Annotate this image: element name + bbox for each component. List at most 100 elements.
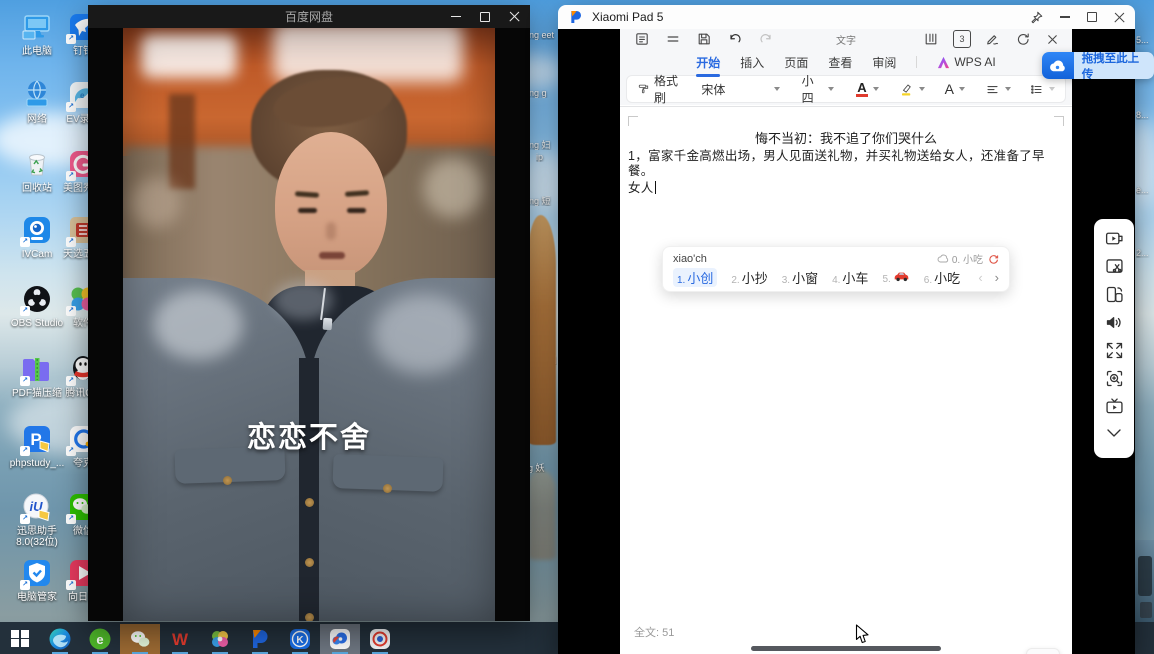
shortcut-arrow-icon: ↗ (66, 580, 76, 590)
ime-refresh-icon[interactable] (988, 253, 999, 264)
video-subtitle: 恋恋不舍 (123, 414, 495, 456)
page-margin-mark (628, 116, 638, 126)
phpstudy-icon: P↗ (20, 422, 54, 456)
taskbar-edge[interactable] (40, 624, 80, 654)
edge-icon (48, 627, 72, 651)
icon-label-fragment: è... (1136, 185, 1153, 195)
close-document-icon[interactable] (1045, 32, 1060, 47)
taskbar-baidu-netdisk-active[interactable] (320, 624, 360, 654)
ime-candidate-2[interactable]: 2.小抄 (731, 268, 767, 287)
fullscreen-icon[interactable] (1104, 340, 1125, 361)
tv-cast-icon[interactable] (1104, 396, 1125, 417)
text-effects-button[interactable]: A (945, 81, 965, 97)
running-indicator (92, 652, 108, 654)
ime-candidate-6[interactable]: 6.小吃 (924, 268, 960, 287)
taskbar-wechat-active[interactable] (120, 624, 160, 654)
running-indicator (332, 652, 348, 654)
close-icon[interactable] (509, 11, 520, 22)
screenshot-clip-icon[interactable] (1104, 256, 1125, 277)
format-painter-button[interactable]: 格式刷 (637, 72, 687, 106)
shortcut-arrow-icon: ↗ (66, 376, 76, 386)
minimize-icon[interactable] (451, 16, 461, 18)
speaker-icon[interactable] (1104, 312, 1125, 333)
flower-icon (208, 627, 232, 651)
taskbar-start-button[interactable] (0, 624, 40, 654)
taskbar-k-app[interactable]: K (280, 624, 320, 654)
chevron-down-icon (873, 87, 879, 91)
taskbar-wps-writer[interactable]: W (160, 624, 200, 654)
taskbar-360-browser[interactable]: e (80, 624, 120, 654)
document-body-line2: 女人 (628, 181, 1064, 196)
pad-window-titlebar[interactable]: Xiaomi Pad 5 (558, 5, 1135, 29)
document-canvas[interactable]: 悔不当初：我不追了你们哭什么 1，富家千金高燃出场，男人见面送礼物，并买礼物送给… (620, 106, 1072, 654)
shortcut-arrow-icon: ↗ (66, 102, 76, 112)
highlight-color-button[interactable] (899, 82, 925, 97)
wps-p-logo-icon (248, 627, 272, 651)
gesture-home-bar[interactable] (751, 646, 941, 651)
shortcut-arrow-icon: ↗ (66, 514, 76, 524)
rotate-device-icon[interactable] (1104, 284, 1125, 305)
list-button[interactable] (1029, 82, 1055, 97)
tab-view[interactable]: 查看 (828, 54, 852, 71)
columns-icon[interactable] (923, 31, 939, 47)
tab-wps-ai[interactable]: WPS AI (937, 55, 995, 69)
wechat-icon (128, 627, 152, 651)
network-icon (20, 78, 54, 112)
ime-candidate-4[interactable]: 4.小车 (832, 268, 868, 287)
taskbar-recorder[interactable] (360, 624, 400, 654)
share-sync-icon[interactable] (1015, 31, 1031, 47)
wps-w-icon: W (168, 627, 192, 651)
cliff-deco (528, 215, 556, 445)
pen-sign-icon[interactable] (985, 31, 1001, 47)
netdisk-cloud-icon (1048, 59, 1067, 73)
active-tab-underline (696, 74, 720, 77)
maximize-icon[interactable] (480, 12, 490, 22)
chevron-down-icon (774, 87, 780, 91)
chevron-down-icon (828, 87, 834, 91)
pad-mirror-window: Xiaomi Pad 5 文字 (558, 5, 1135, 654)
svg-text:W: W (172, 630, 189, 649)
shortcut-arrow-icon: ↗ (20, 376, 30, 386)
ime-cloud-candidate[interactable]: 0. 小吃 (952, 251, 983, 266)
running-indicator (52, 652, 68, 654)
font-name-select[interactable]: 宋体 (701, 81, 779, 98)
ime-prev-page[interactable]: ‹ (978, 270, 982, 285)
ime-next-page[interactable]: › (995, 270, 999, 285)
text-effects-a-icon: A (945, 81, 954, 97)
chevron-down-icon (959, 87, 965, 91)
minimize-icon[interactable] (1060, 16, 1070, 18)
align-button[interactable] (985, 82, 1011, 97)
tab-home[interactable]: 开始 (696, 54, 720, 71)
page-number-icon[interactable]: 3 (953, 30, 971, 48)
collapse-panel-chevron-icon[interactable] (1105, 427, 1123, 439)
taskbar-wps-office[interactable] (240, 624, 280, 654)
tab-review[interactable]: 审阅 (872, 54, 896, 71)
font-color-button[interactable]: A (856, 81, 878, 97)
netdisk-upload-badge[interactable]: 拖拽至此上传 (1042, 52, 1154, 79)
record-screen-icon[interactable] (1104, 228, 1125, 249)
close-icon[interactable] (1114, 12, 1125, 23)
video-window-titlebar[interactable]: 百度网盘 (88, 5, 530, 28)
svg-text:e: e (80, 91, 85, 100)
taskbar-flower-app[interactable] (200, 624, 240, 654)
doc-type-label: 文字 (836, 32, 856, 47)
ime-candidate-1[interactable]: 1.小创 (673, 268, 717, 287)
zoom-magnifier-icon[interactable] (1104, 368, 1125, 389)
font-size-select[interactable]: 小四 (802, 72, 835, 106)
text-cursor (655, 181, 657, 194)
chevron-down-icon (1049, 87, 1055, 91)
shortcut-arrow-icon: ↗ (66, 306, 76, 316)
maximize-icon[interactable] (1087, 12, 1097, 22)
ime-candidate-3[interactable]: 3.小窗 (782, 268, 818, 287)
netdisk-cloud-tile (1042, 52, 1074, 79)
running-indicator (292, 652, 308, 654)
ime-candidate-5-car[interactable]: 5. (882, 270, 909, 285)
chevron-down-icon (1005, 87, 1011, 91)
pin-icon[interactable] (1030, 11, 1043, 24)
icon-label-fragment: 5... (1136, 35, 1153, 45)
upload-badge-label: 拖拽至此上传 (1074, 52, 1154, 79)
tab-page[interactable]: 页面 (784, 54, 808, 71)
tab-insert[interactable]: 插入 (740, 54, 764, 71)
ime-pinyin-toggle[interactable]: 拼 (1026, 648, 1060, 654)
video-content[interactable]: 恋恋不舍 (123, 28, 495, 621)
